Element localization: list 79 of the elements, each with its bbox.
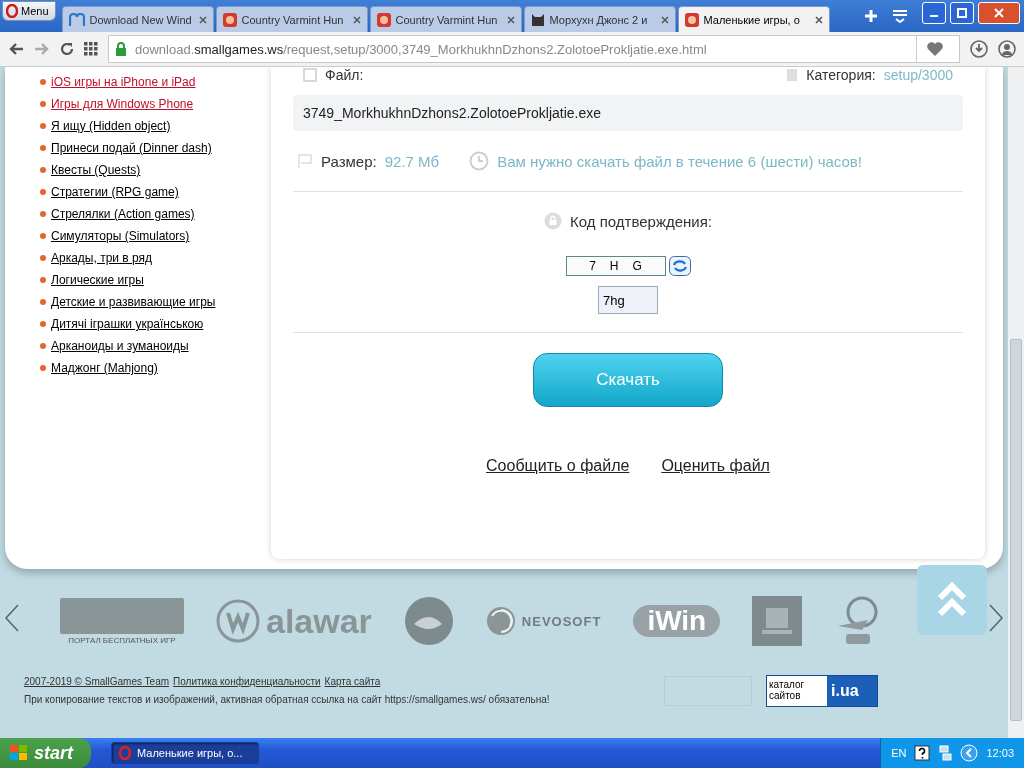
browser-tab[interactable]: Маленькие игры, о — [677, 6, 830, 32]
flag-icon — [297, 153, 313, 169]
category-link[interactable]: Стратегии (RPG game) — [40, 181, 271, 203]
category-link[interactable]: Принеси подай (Dinner dash) — [40, 137, 271, 159]
browser-tab[interactable]: Country Varmint Hun — [215, 6, 368, 32]
clock-icon — [469, 151, 490, 171]
minimize-icon — [930, 15, 938, 17]
game-icon — [684, 12, 699, 27]
maximize-button[interactable] — [950, 2, 974, 24]
category-link[interactable]: Игры для Windows Phone — [40, 93, 271, 115]
category-link[interactable]: Симуляторы (Simulators) — [40, 225, 271, 247]
new-tab-icon[interactable] — [864, 9, 878, 23]
tab-menu-icon[interactable] — [892, 9, 908, 23]
captcha-input[interactable]: 7hg — [598, 286, 658, 314]
expand-tray-icon[interactable] — [960, 744, 979, 762]
copyright-notice: При копирование текстов и изображений, активная обратная ссылка на сайт https://smallgames.ws/ обязательна! — [24, 693, 550, 707]
captcha-label: Код подтверждения: — [570, 212, 712, 230]
category-link[interactable]: Детские и развивающие игры — [40, 291, 271, 313]
file-label: Файл: — [325, 67, 364, 83]
scrollbar[interactable] — [1008, 67, 1024, 738]
back-icon[interactable] — [8, 42, 24, 56]
close-tab-icon[interactable] — [660, 15, 669, 24]
o-logo-icon — [6, 4, 18, 18]
close-tab-icon[interactable] — [814, 15, 823, 24]
file-link[interactable]: Оценить файл — [661, 457, 770, 475]
folder-icon — [786, 68, 799, 82]
maximize-icon — [957, 8, 967, 18]
download-icon[interactable] — [970, 40, 988, 58]
game-icon — [222, 12, 237, 27]
category-label: Категория: — [806, 67, 876, 83]
fish-logo-icon[interactable] — [403, 596, 454, 646]
file-name: 3749_MorkhukhnDzhons2.ZolotoeProkljatie.exe — [293, 95, 963, 131]
close-tab-icon[interactable] — [506, 15, 515, 24]
refresh-icon[interactable] — [668, 256, 691, 276]
category-link[interactable]: Логические игры — [40, 269, 271, 291]
category-link[interactable]: Квесты (Quests) — [40, 159, 271, 181]
menu-button[interactable]: Menu — [2, 1, 56, 21]
footer-link[interactable]: Карта сайта — [324, 676, 381, 687]
heart-icon[interactable] — [926, 41, 944, 57]
lock-icon — [115, 42, 127, 56]
windows-logo-icon — [10, 745, 28, 761]
close-tab-icon[interactable] — [352, 15, 361, 24]
address-field[interactable]: download.smallgames.ws/request,setup/3000,3749_MorkhukhnDzhons2.ZolotoeProkljatie.exe.html — [108, 35, 960, 63]
lock-icon — [544, 212, 562, 230]
category-link[interactable]: Арканоиды и зуманоиды — [40, 335, 271, 357]
browser-tab[interactable]: Морхухн Джонс 2 и — [523, 6, 676, 32]
clock: 12:03 — [986, 747, 1014, 759]
network-icon[interactable] — [938, 745, 953, 761]
category-link[interactable]: iOS игры на iPhone и iPad — [40, 71, 271, 93]
reload-icon[interactable] — [60, 42, 74, 56]
logo-caption: ПОРТАЛ БЕСПЛАТНЫХ ИГР — [68, 635, 176, 645]
category-link[interactable]: Стрелялки (Action games) — [40, 203, 271, 225]
category-link[interactable]: Аркады, три в ряд — [40, 247, 271, 269]
footer-link[interactable]: 2007-2019 © SmallGames Team — [24, 676, 170, 687]
help-icon[interactable] — [914, 745, 931, 761]
start-button[interactable]: start — [0, 738, 91, 768]
game-icon — [376, 12, 391, 27]
size-value: 92.7 Мб — [384, 152, 440, 170]
category-link[interactable]: Я ищу (Hidden object) — [40, 115, 271, 137]
minimize-button[interactable] — [922, 2, 946, 24]
file-link[interactable]: Сообщить о файле — [486, 457, 630, 475]
grid-icon[interactable] — [84, 42, 98, 56]
m-letter-icon — [68, 12, 85, 27]
close-icon — [994, 8, 1004, 18]
catalog-badge[interactable]: каталог сайтов i.ua — [766, 675, 878, 707]
size-label: Размер: — [321, 152, 377, 170]
close-tab-icon[interactable] — [198, 15, 207, 24]
category-link[interactable]: Маджонг (Mahjong) — [40, 357, 271, 379]
cat-icon — [530, 12, 545, 27]
close-button[interactable] — [978, 2, 1020, 24]
browser-tab[interactable]: Country Varmint Hun — [369, 6, 522, 32]
footer-link[interactable]: Политика конфиденциальности — [173, 676, 321, 687]
browser-tab[interactable]: Download New Wind — [61, 6, 214, 32]
o-logo-icon — [118, 746, 132, 760]
taskbar-button[interactable]: Маленькие игры, о... — [111, 742, 259, 764]
captcha-image: 7 H G — [565, 256, 666, 276]
account-icon[interactable] — [998, 40, 1016, 58]
deadline-notice: Вам нужно скачать файл в течение 6 (шести) часов! — [497, 152, 862, 170]
category-link[interactable]: Дитячі іграшки українською — [40, 313, 271, 335]
